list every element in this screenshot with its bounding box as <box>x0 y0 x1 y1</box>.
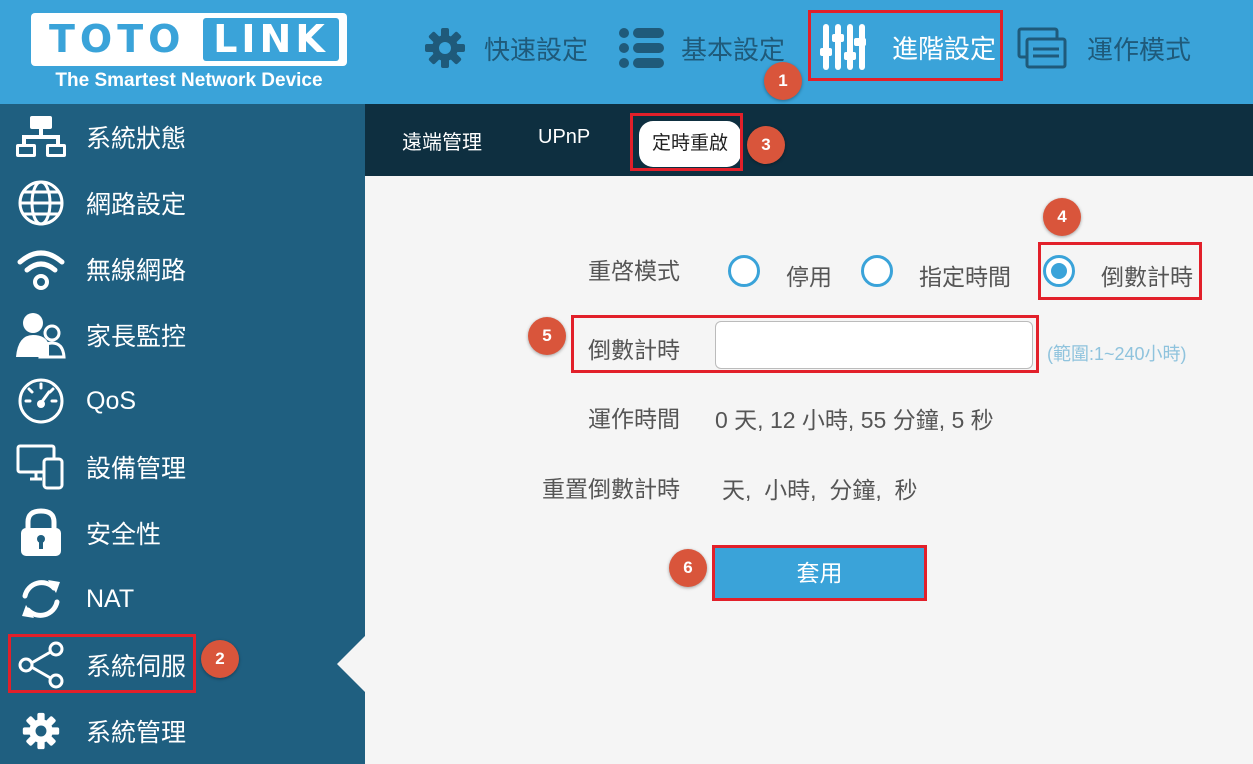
annotation-badge-6: 6 <box>669 549 707 587</box>
parental-control-icon <box>16 310 66 360</box>
annotation-box-5 <box>571 315 1039 373</box>
reset-countdown-label: 重置倒數計時 <box>542 476 680 502</box>
tab-upnp[interactable]: UPnP <box>538 126 590 149</box>
sidebar-item-security[interactable]: 安全性 <box>0 500 365 566</box>
annotation-badge-2: 2 <box>201 640 239 678</box>
list-icon <box>617 23 667 73</box>
radio-disable[interactable] <box>728 255 760 287</box>
window-icon <box>1017 23 1067 73</box>
network-status-icon <box>16 112 66 162</box>
gear-icon <box>420 23 470 73</box>
sidebar-item-network-settings[interactable]: 網路設定 <box>0 170 365 236</box>
countdown-range-hint: (範圍:1~240小時) <box>1047 344 1187 364</box>
topnav-basic-setup[interactable]: 基本設定 <box>617 18 785 78</box>
sidebar-item-label: 無線網路 <box>86 257 187 285</box>
sidebar-item-label: QoS <box>86 386 137 415</box>
sidebar-item-parental-control[interactable]: 家長監控 <box>0 302 365 368</box>
topnav-label: 運作模式 <box>1087 34 1192 65</box>
sidebar-item-wireless[interactable]: 無線網路 <box>0 236 365 302</box>
subtab-bar: 遠端管理 UPnP 定時重啟 <box>365 104 1253 176</box>
topnav-operation-mode[interactable]: 運作模式 <box>1017 18 1191 78</box>
sidebar-item-label: 家長監控 <box>86 323 187 351</box>
annotation-box-6 <box>712 545 927 601</box>
radio-scheduled-time[interactable] <box>861 255 893 287</box>
sidebar-item-label: 設備管理 <box>86 455 187 483</box>
sidebar-item-label: NAT <box>86 584 135 613</box>
annotation-box-1 <box>808 10 1003 81</box>
logo-text-link: LINK <box>203 18 339 61</box>
topnav-label: 快速設定 <box>484 34 589 65</box>
reset-countdown-value: 天, 小時, 分鐘, 秒 <box>722 477 918 503</box>
radio-scheduled-time-label: 指定時間 <box>919 264 1011 290</box>
topnav-quick-setup[interactable]: 快速設定 <box>420 18 588 78</box>
annotation-box-4 <box>1038 242 1202 300</box>
radio-disable-label: 停用 <box>786 264 832 290</box>
gear-icon <box>16 706 66 756</box>
annotation-badge-5: 5 <box>528 317 566 355</box>
sidebar-item-label: 系統管理 <box>86 719 187 747</box>
lock-icon <box>16 508 66 558</box>
globe-icon <box>16 178 66 228</box>
annotation-box-2 <box>8 634 196 693</box>
active-item-pointer <box>337 636 365 692</box>
devices-icon <box>16 442 66 492</box>
sidebar-item-qos[interactable]: QoS <box>0 368 365 434</box>
annotation-badge-3: 3 <box>747 126 785 164</box>
sidebar-item-nat[interactable]: NAT <box>0 566 365 632</box>
speedometer-icon <box>16 376 66 426</box>
sidebar-item-label: 網路設定 <box>86 191 187 219</box>
uptime-value: 0 天, 12 小時, 55 分鐘, 5 秒 <box>715 407 994 433</box>
topnav-label: 基本設定 <box>681 34 786 65</box>
logo-text-toto: TOTO <box>49 17 186 61</box>
annotation-badge-1: 1 <box>764 62 802 100</box>
annotation-badge-4: 4 <box>1043 198 1081 236</box>
refresh-icon <box>16 574 66 624</box>
reboot-mode-label: 重啓模式 <box>588 258 680 284</box>
tab-remote-management[interactable]: 遠端管理 <box>402 126 482 155</box>
sidebar-item-label: 系統狀態 <box>86 125 187 153</box>
annotation-box-3 <box>630 113 743 171</box>
uptime-label: 運作時間 <box>588 406 680 432</box>
sidebar-item-device-management[interactable]: 設備管理 <box>0 434 365 500</box>
wifi-icon <box>16 244 66 294</box>
sidebar-item-system-management[interactable]: 系統管理 <box>0 698 365 764</box>
logo-tagline: The Smartest Network Device <box>55 70 323 91</box>
top-header: TOTO LINK The Smartest Network Device 快速… <box>0 0 1253 104</box>
sidebar-item-label: 安全性 <box>86 521 162 549</box>
sidebar-item-system-status[interactable]: 系統狀態 <box>0 104 365 170</box>
totolink-logo[interactable]: TOTO LINK <box>31 13 347 66</box>
